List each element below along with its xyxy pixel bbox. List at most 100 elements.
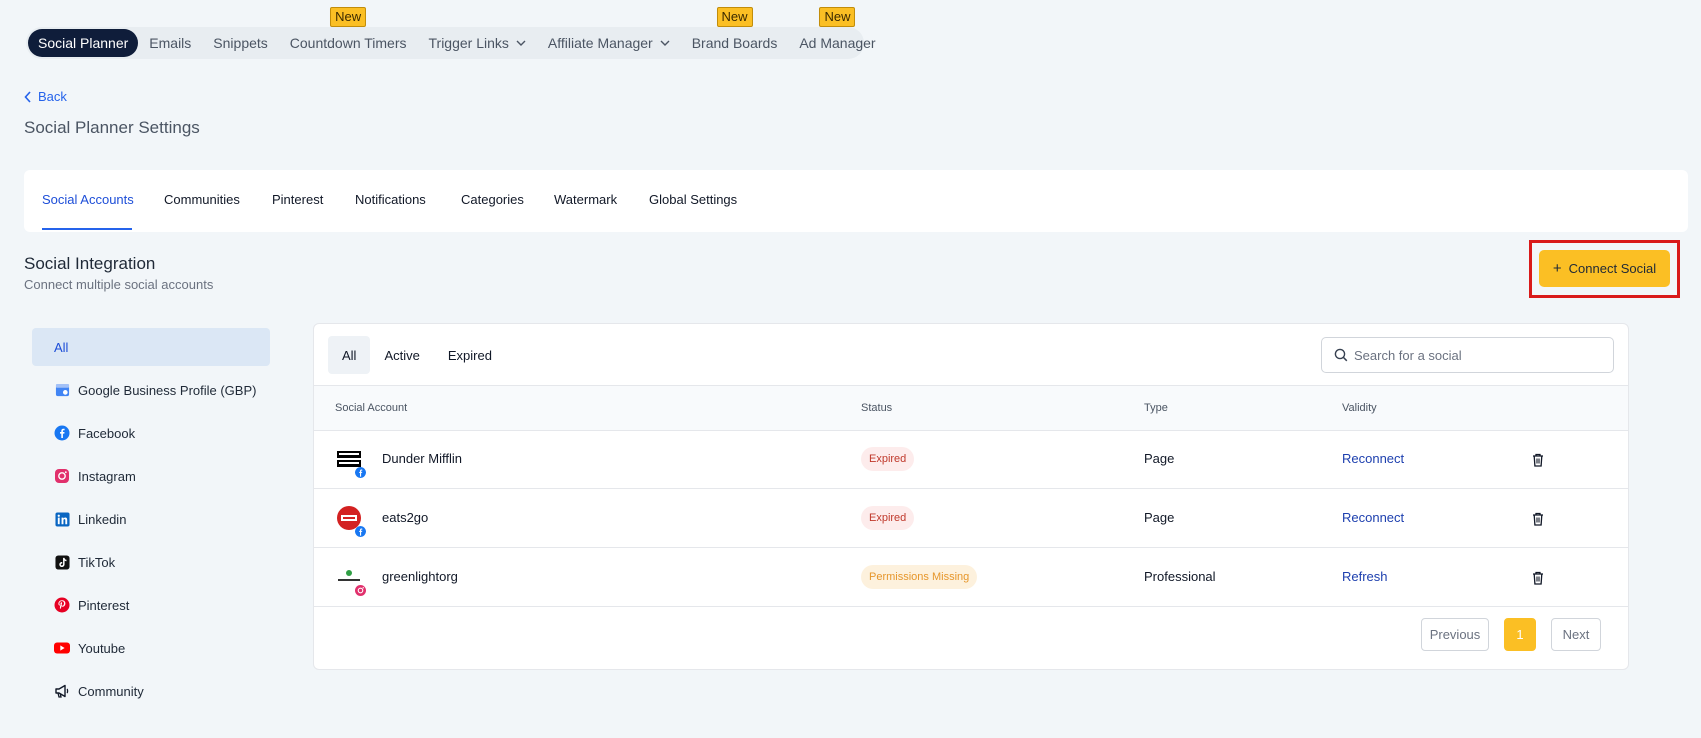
nav-label: Snippets xyxy=(213,35,268,51)
nav-affiliate-manager[interactable]: Affiliate Manager xyxy=(537,29,681,57)
account-type: Professional xyxy=(1144,569,1216,584)
sidebar-item-label: All xyxy=(54,339,69,355)
status-badge: Expired xyxy=(861,506,915,530)
connect-social-button[interactable]: + Connect Social xyxy=(1539,250,1670,287)
account-type: Page xyxy=(1144,451,1175,466)
instagram-icon xyxy=(355,585,366,596)
tab-notifications[interactable]: Notifications xyxy=(355,192,426,207)
back-link[interactable]: Back xyxy=(24,89,67,104)
reconnect-link[interactable]: Reconnect xyxy=(1342,510,1404,525)
sidebar-item-linkedin[interactable]: Linkedin xyxy=(32,500,270,538)
trash-icon[interactable] xyxy=(1532,512,1544,526)
col-type: Type xyxy=(1144,402,1168,414)
facebook-icon xyxy=(355,467,366,478)
settings-tabs: Social Accounts Communities Pinterest No… xyxy=(24,170,1688,232)
status-filter: All Active Expired xyxy=(328,336,506,374)
account-name: eats2go xyxy=(382,510,429,525)
facebook-icon xyxy=(355,526,366,537)
nav-ad-manager[interactable]: New Ad Manager xyxy=(788,7,886,57)
sidebar-item-tiktok[interactable]: TikTok xyxy=(32,543,270,581)
trash-icon[interactable] xyxy=(1532,571,1544,585)
chevron-down-icon xyxy=(660,40,670,46)
tab-global-settings[interactable]: Global Settings xyxy=(649,192,737,207)
nav-label: Emails xyxy=(149,35,192,51)
chevron-down-icon xyxy=(516,40,526,46)
nav-label: Social Planner xyxy=(38,35,129,51)
status-badge: Permissions Missing xyxy=(861,565,978,589)
sidebar-item-label: Linkedin xyxy=(78,511,127,527)
search-icon xyxy=(1334,348,1348,362)
search-input[interactable] xyxy=(1354,347,1594,363)
active-tab-indicator xyxy=(42,228,132,230)
new-badge: New xyxy=(716,7,753,27)
nav-label: Ad Manager xyxy=(799,35,876,51)
trash-icon[interactable] xyxy=(1532,453,1544,467)
col-status: Status xyxy=(861,402,893,414)
chevron-left-icon xyxy=(24,90,31,103)
sidebar-item-gbp[interactable]: Google Business Profile (GBP) xyxy=(32,371,270,409)
next-page-button[interactable]: Next xyxy=(1551,618,1601,651)
filter-active[interactable]: Active xyxy=(370,336,433,374)
nav-label: Brand Boards xyxy=(691,35,778,51)
nav-snippets[interactable]: Snippets xyxy=(202,29,278,57)
account-name: greenlightorg xyxy=(382,569,458,584)
plus-icon: + xyxy=(1552,260,1562,277)
sidebar-item-instagram[interactable]: Instagram xyxy=(32,457,270,495)
instagram-icon xyxy=(54,468,70,484)
sidebar-item-label: Instagram xyxy=(78,468,136,484)
tab-pinterest[interactable]: Pinterest xyxy=(272,192,323,207)
search-box xyxy=(1321,337,1614,373)
nav-emails[interactable]: Emails xyxy=(138,29,202,57)
linkedin-icon xyxy=(54,511,70,527)
sidebar-item-label: Community xyxy=(78,683,144,699)
sidebar-item-label: Pinterest xyxy=(78,597,130,613)
sidebar-item-facebook[interactable]: Facebook xyxy=(32,414,270,452)
tab-watermark[interactable]: Watermark xyxy=(554,192,617,207)
sidebar-item-label: Google Business Profile (GBP) xyxy=(78,382,257,398)
nav-social-planner[interactable]: Social Planner xyxy=(28,29,139,57)
tab-communities[interactable]: Communities xyxy=(164,192,240,207)
previous-page-button[interactable]: Previous xyxy=(1421,618,1489,651)
sidebar-item-all[interactable]: All xyxy=(32,328,270,366)
connect-social-label: Connect Social xyxy=(1568,261,1657,276)
nav-label: Affiliate Manager xyxy=(547,35,653,51)
back-label: Back xyxy=(38,89,67,104)
nav-trigger-links[interactable]: Trigger Links xyxy=(418,29,537,57)
account-avatar xyxy=(336,446,366,478)
tab-social-accounts[interactable]: Social Accounts xyxy=(42,192,134,207)
sidebar-item-community[interactable]: Community xyxy=(32,672,270,710)
tiktok-icon xyxy=(54,554,70,570)
table-row: eats2go Expired Page Reconnect xyxy=(314,490,1628,548)
new-badge: New xyxy=(819,7,856,27)
social-accounts-card: All Active Expired Social Account Status… xyxy=(313,323,1629,670)
gbp-icon xyxy=(54,382,70,398)
page-1-button[interactable]: 1 xyxy=(1504,618,1536,651)
section-title: Social Integration xyxy=(24,254,156,273)
filter-all[interactable]: All xyxy=(328,336,371,374)
section-subtitle: Connect multiple social accounts xyxy=(24,277,214,292)
nav-brand-boards[interactable]: New Brand Boards xyxy=(681,7,789,57)
refresh-link[interactable]: Refresh xyxy=(1342,569,1388,584)
col-social-account: Social Account xyxy=(335,402,408,414)
page-title: Social Planner Settings xyxy=(24,118,200,137)
sidebar-item-label: Youtube xyxy=(78,640,126,656)
nav-countdown-timers[interactable]: New Countdown Timers xyxy=(279,7,418,57)
sidebar-item-label: TikTok xyxy=(78,554,116,570)
youtube-icon xyxy=(54,640,70,656)
nav-label: Countdown Timers xyxy=(289,35,407,51)
account-name: Dunder Mifflin xyxy=(382,451,462,466)
account-avatar xyxy=(336,564,366,596)
network-filter-list: All Google Business Profile (GBP) Facebo… xyxy=(32,328,270,715)
status-badge: Expired xyxy=(861,447,915,471)
table-header: Social Account Status Type Validity xyxy=(314,385,1628,431)
pinterest-icon xyxy=(54,597,70,613)
new-badge: New xyxy=(330,7,367,27)
sidebar-item-youtube[interactable]: Youtube xyxy=(32,629,270,667)
facebook-icon xyxy=(54,425,70,441)
sidebar-item-pinterest[interactable]: Pinterest xyxy=(32,586,270,624)
table-row: greenlightorg Permissions Missing Profes… xyxy=(314,549,1628,607)
tab-categories[interactable]: Categories xyxy=(461,192,524,207)
filter-expired[interactable]: Expired xyxy=(434,336,506,374)
account-type: Page xyxy=(1144,510,1175,525)
reconnect-link[interactable]: Reconnect xyxy=(1342,451,1404,466)
